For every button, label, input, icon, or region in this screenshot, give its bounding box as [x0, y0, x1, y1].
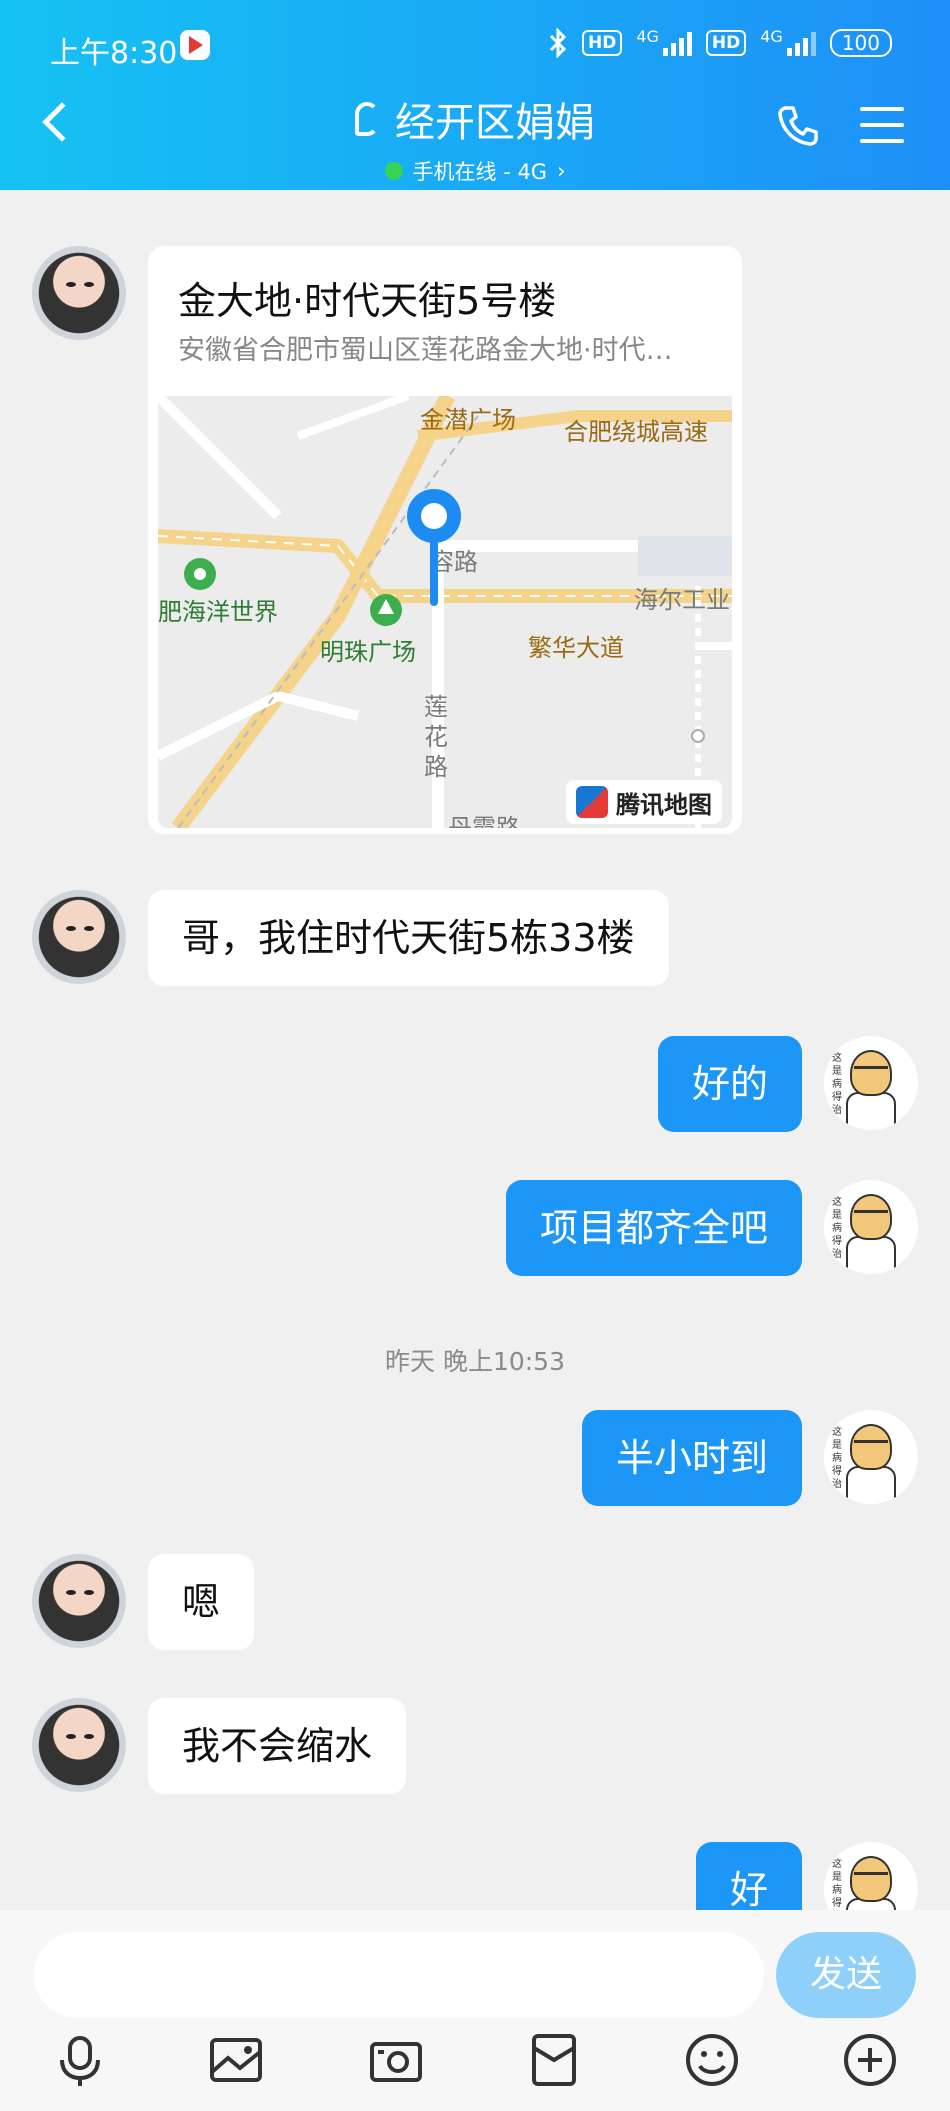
location-address: 安徽省合肥市蜀山区莲花路金大地·时代… [178, 335, 673, 366]
network-label-1: 4G [636, 26, 659, 46]
outgoing-message[interactable]: 项目都齐全吧 [505, 1180, 802, 1276]
map-label: 合肥绕城高速 [564, 418, 708, 446]
message-timestamp: 昨天 晚上10:53 [385, 1347, 565, 1376]
online-status-text: 手机在线 - 4G [412, 160, 548, 184]
status-time: 上午8:30 [50, 36, 178, 71]
outgoing-message[interactable]: 半小时到 [581, 1410, 802, 1506]
location-title: 金大地·时代天街5号楼 [178, 279, 557, 323]
hd-badge-1: HD [581, 30, 623, 56]
message-input[interactable] [34, 1932, 764, 2018]
ear-icon [355, 102, 379, 136]
camera-icon[interactable] [368, 2032, 424, 2088]
camera-poi-icon [184, 558, 216, 590]
status-icons: HD 4G HD 4G 100 [548, 26, 892, 58]
my-avatar[interactable]: 这是病得治 [824, 1842, 918, 1910]
bluetooth-icon [549, 28, 567, 58]
contact-avatar[interactable] [32, 246, 126, 340]
plus-icon[interactable] [842, 2032, 898, 2088]
location-card[interactable]: 金大地·时代天街5号楼 安徽省合肥市蜀山区莲花路金大地·时代… 金潜广场 合肥绕… [148, 246, 742, 834]
outgoing-message[interactable]: 好 [695, 1842, 802, 1910]
incoming-message[interactable]: 嗯 [148, 1554, 255, 1650]
my-avatar[interactable]: 这是病得治 [824, 1180, 918, 1274]
contact-avatar[interactable] [32, 1698, 126, 1792]
contact-avatar[interactable] [32, 890, 126, 984]
incoming-message[interactable]: 哥，我住时代天街5栋33楼 [148, 890, 669, 986]
map-label: 丹霞路 [448, 814, 520, 828]
map-label: 海尔工业 [634, 586, 730, 614]
emoji-icon[interactable] [684, 2032, 740, 2088]
chevron-right-icon: › [557, 159, 566, 183]
outgoing-message[interactable]: 好的 [657, 1036, 802, 1132]
map-label: 肥海洋世界 [158, 598, 278, 626]
map-label: 繁华大道 [528, 634, 624, 662]
location-map[interactable]: 金潜广场 合肥绕城高速 肥海洋世界 明珠广场 繁华大道 海尔工业 容路 莲花路 … [158, 396, 732, 828]
park-icon [370, 594, 402, 626]
red-packet-icon[interactable] [526, 2032, 582, 2088]
image-icon[interactable] [208, 2032, 264, 2088]
menu-button[interactable] [860, 107, 904, 155]
my-avatar[interactable]: 这是病得治 [824, 1410, 918, 1504]
map-label: 明珠广场 [320, 638, 416, 666]
contact-name: 经开区娟娟 [395, 100, 595, 146]
send-button[interactable]: 发送 [776, 1932, 916, 2018]
map-label: 金潜广场 [420, 406, 516, 434]
map-brand-badge: 腾讯地图 [566, 780, 722, 824]
hd-badge-2: HD [705, 30, 747, 56]
my-avatar[interactable]: 这是病得治 [824, 1036, 918, 1130]
incoming-message[interactable]: 我不会缩水 [148, 1698, 407, 1794]
microphone-icon[interactable] [52, 2032, 108, 2088]
phone-call-icon[interactable] [776, 104, 820, 148]
chat-header: 上午8:30 HD 4G HD 4G 100 经开区娟娟 手机在线 - 4G › [0, 0, 950, 190]
screen-record-icon [180, 30, 210, 60]
message-list[interactable]: 金大地·时代天街5号楼 安徽省合肥市蜀山区莲花路金大地·时代… 金潜广场 合肥绕… [0, 190, 950, 1910]
input-bar: 发送 [0, 1910, 950, 2111]
contact-avatar[interactable] [32, 1554, 126, 1648]
battery-indicator: 100 [829, 29, 892, 57]
status-bar: 上午8:30 HD 4G HD 4G 100 [0, 22, 950, 72]
map-brand-label: 腾讯地图 [616, 790, 712, 819]
signal-icon-1 [662, 30, 692, 56]
map-label: 莲花路 [424, 693, 448, 781]
network-label-2: 4G [760, 26, 783, 46]
signal-icon-2 [786, 30, 816, 56]
tencent-map-logo [576, 786, 608, 818]
location-pin-icon [407, 489, 461, 606]
online-status-dot [384, 162, 403, 180]
